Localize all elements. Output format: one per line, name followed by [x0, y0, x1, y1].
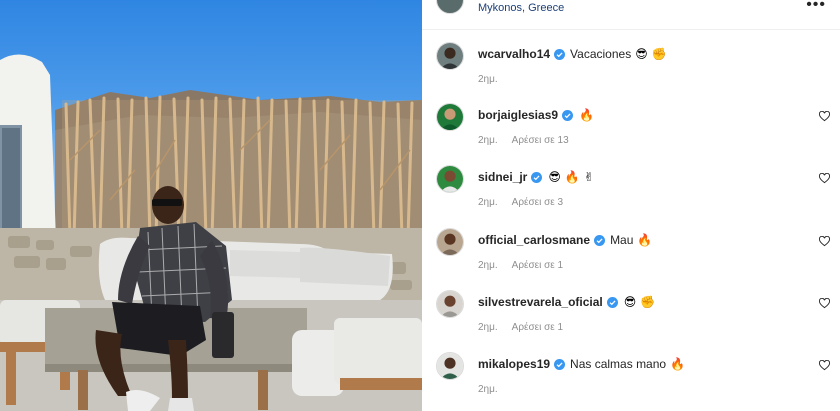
emoji: 😎	[623, 295, 637, 309]
emoji: 😎	[548, 170, 561, 184]
emoji: ✊	[640, 295, 656, 309]
comment-meta: 2ημ. Αρέσει σε 1	[478, 260, 563, 271]
author-avatar[interactable]	[436, 0, 464, 14]
emoji: 🔥	[637, 233, 653, 247]
comment-time[interactable]: 2ημ.	[478, 384, 498, 395]
verified-badge-icon	[562, 109, 574, 121]
comment-meta: 2ημ. Αρέσει σε 13	[478, 135, 569, 146]
verified-badge-icon	[594, 234, 606, 246]
emoji: 😎	[635, 47, 648, 61]
avatar[interactable]	[436, 103, 464, 131]
avatar[interactable]	[436, 228, 464, 256]
comment-meta: 2ημ.	[478, 384, 498, 395]
comment-text: Mau	[610, 233, 634, 247]
comment-meta: 2ημ.	[478, 74, 498, 85]
post-photo	[0, 0, 422, 411]
avatar[interactable]	[436, 290, 464, 318]
comment-item: silvestrevarela_oficial 😎 ✊ 2ημ. Αρέσει σ…	[422, 290, 840, 350]
username[interactable]: wcarvalho14	[478, 47, 550, 61]
like-count[interactable]: Αρέσει σε 3	[512, 197, 563, 208]
like-count[interactable]: Αρέσει σε 1	[512, 260, 563, 271]
comment-time[interactable]: 2ημ.	[478, 260, 498, 271]
avatar[interactable]	[436, 42, 464, 70]
username[interactable]: sidnei_jr	[478, 170, 527, 184]
verified-badge-icon	[531, 171, 543, 183]
like-heart-icon[interactable]	[819, 111, 830, 122]
comment-item: mikalopes19 Nas calmas mano 🔥 2ημ.	[422, 352, 840, 411]
comment-time[interactable]: 2ημ.	[478, 135, 498, 146]
comment-meta: 2ημ. Αρέσει σε 3	[478, 197, 563, 208]
comment-time[interactable]: 2ημ.	[478, 197, 498, 208]
avatar[interactable]	[436, 165, 464, 193]
emoji: 🔥	[670, 357, 686, 371]
avatar[interactable]	[436, 352, 464, 380]
comment-item: borjaiglesias9 🔥 2ημ. Αρέσει σε 13	[422, 103, 840, 163]
verified-badge-icon	[606, 296, 618, 308]
username[interactable]: silvestrevarela_oficial	[478, 295, 603, 309]
username[interactable]: borjaiglesias9	[478, 108, 558, 122]
post-header: Mykonos, Greece •••	[422, 0, 840, 30]
comment-time[interactable]: 2ημ.	[478, 322, 498, 333]
emoji: ✊	[651, 47, 667, 61]
verified-badge-icon	[554, 48, 566, 60]
post-photo-illustration	[0, 54, 422, 411]
comment-item: sidnei_jr 😎 🔥 ✌ 2ημ. Αρέσει σε 3	[422, 165, 840, 225]
comment-item: official_carlosmane Mau 🔥 2ημ. Αρέσει σε …	[422, 228, 840, 288]
username[interactable]: mikalopes19	[478, 357, 550, 371]
comment-text: Vacaciones	[570, 47, 632, 61]
emoji: ✌	[583, 170, 594, 184]
like-count[interactable]: Αρέσει σε 13	[512, 135, 569, 146]
like-heart-icon[interactable]	[819, 360, 830, 371]
like-count[interactable]: Αρέσει σε 1	[512, 322, 563, 333]
username[interactable]: official_carlosmane	[478, 233, 590, 247]
post-location[interactable]: Mykonos, Greece	[478, 2, 564, 14]
more-options-icon[interactable]: •••	[806, 0, 826, 14]
comments-panel: Mykonos, Greece ••• wcarvalho14 Vacacion…	[422, 0, 840, 411]
emoji: 🔥	[564, 170, 580, 184]
comment-item: wcarvalho14 Vacaciones 😎 ✊ 2ημ.	[422, 42, 840, 102]
emoji: 🔥	[579, 108, 594, 122]
like-heart-icon[interactable]	[819, 298, 830, 309]
comment-time[interactable]: 2ημ.	[478, 74, 498, 85]
like-heart-icon[interactable]	[819, 236, 830, 247]
comment-text: Nas calmas mano	[570, 357, 667, 371]
comment-meta: 2ημ. Αρέσει σε 1	[478, 322, 563, 333]
like-heart-icon[interactable]	[819, 173, 830, 184]
verified-badge-icon	[554, 358, 566, 370]
